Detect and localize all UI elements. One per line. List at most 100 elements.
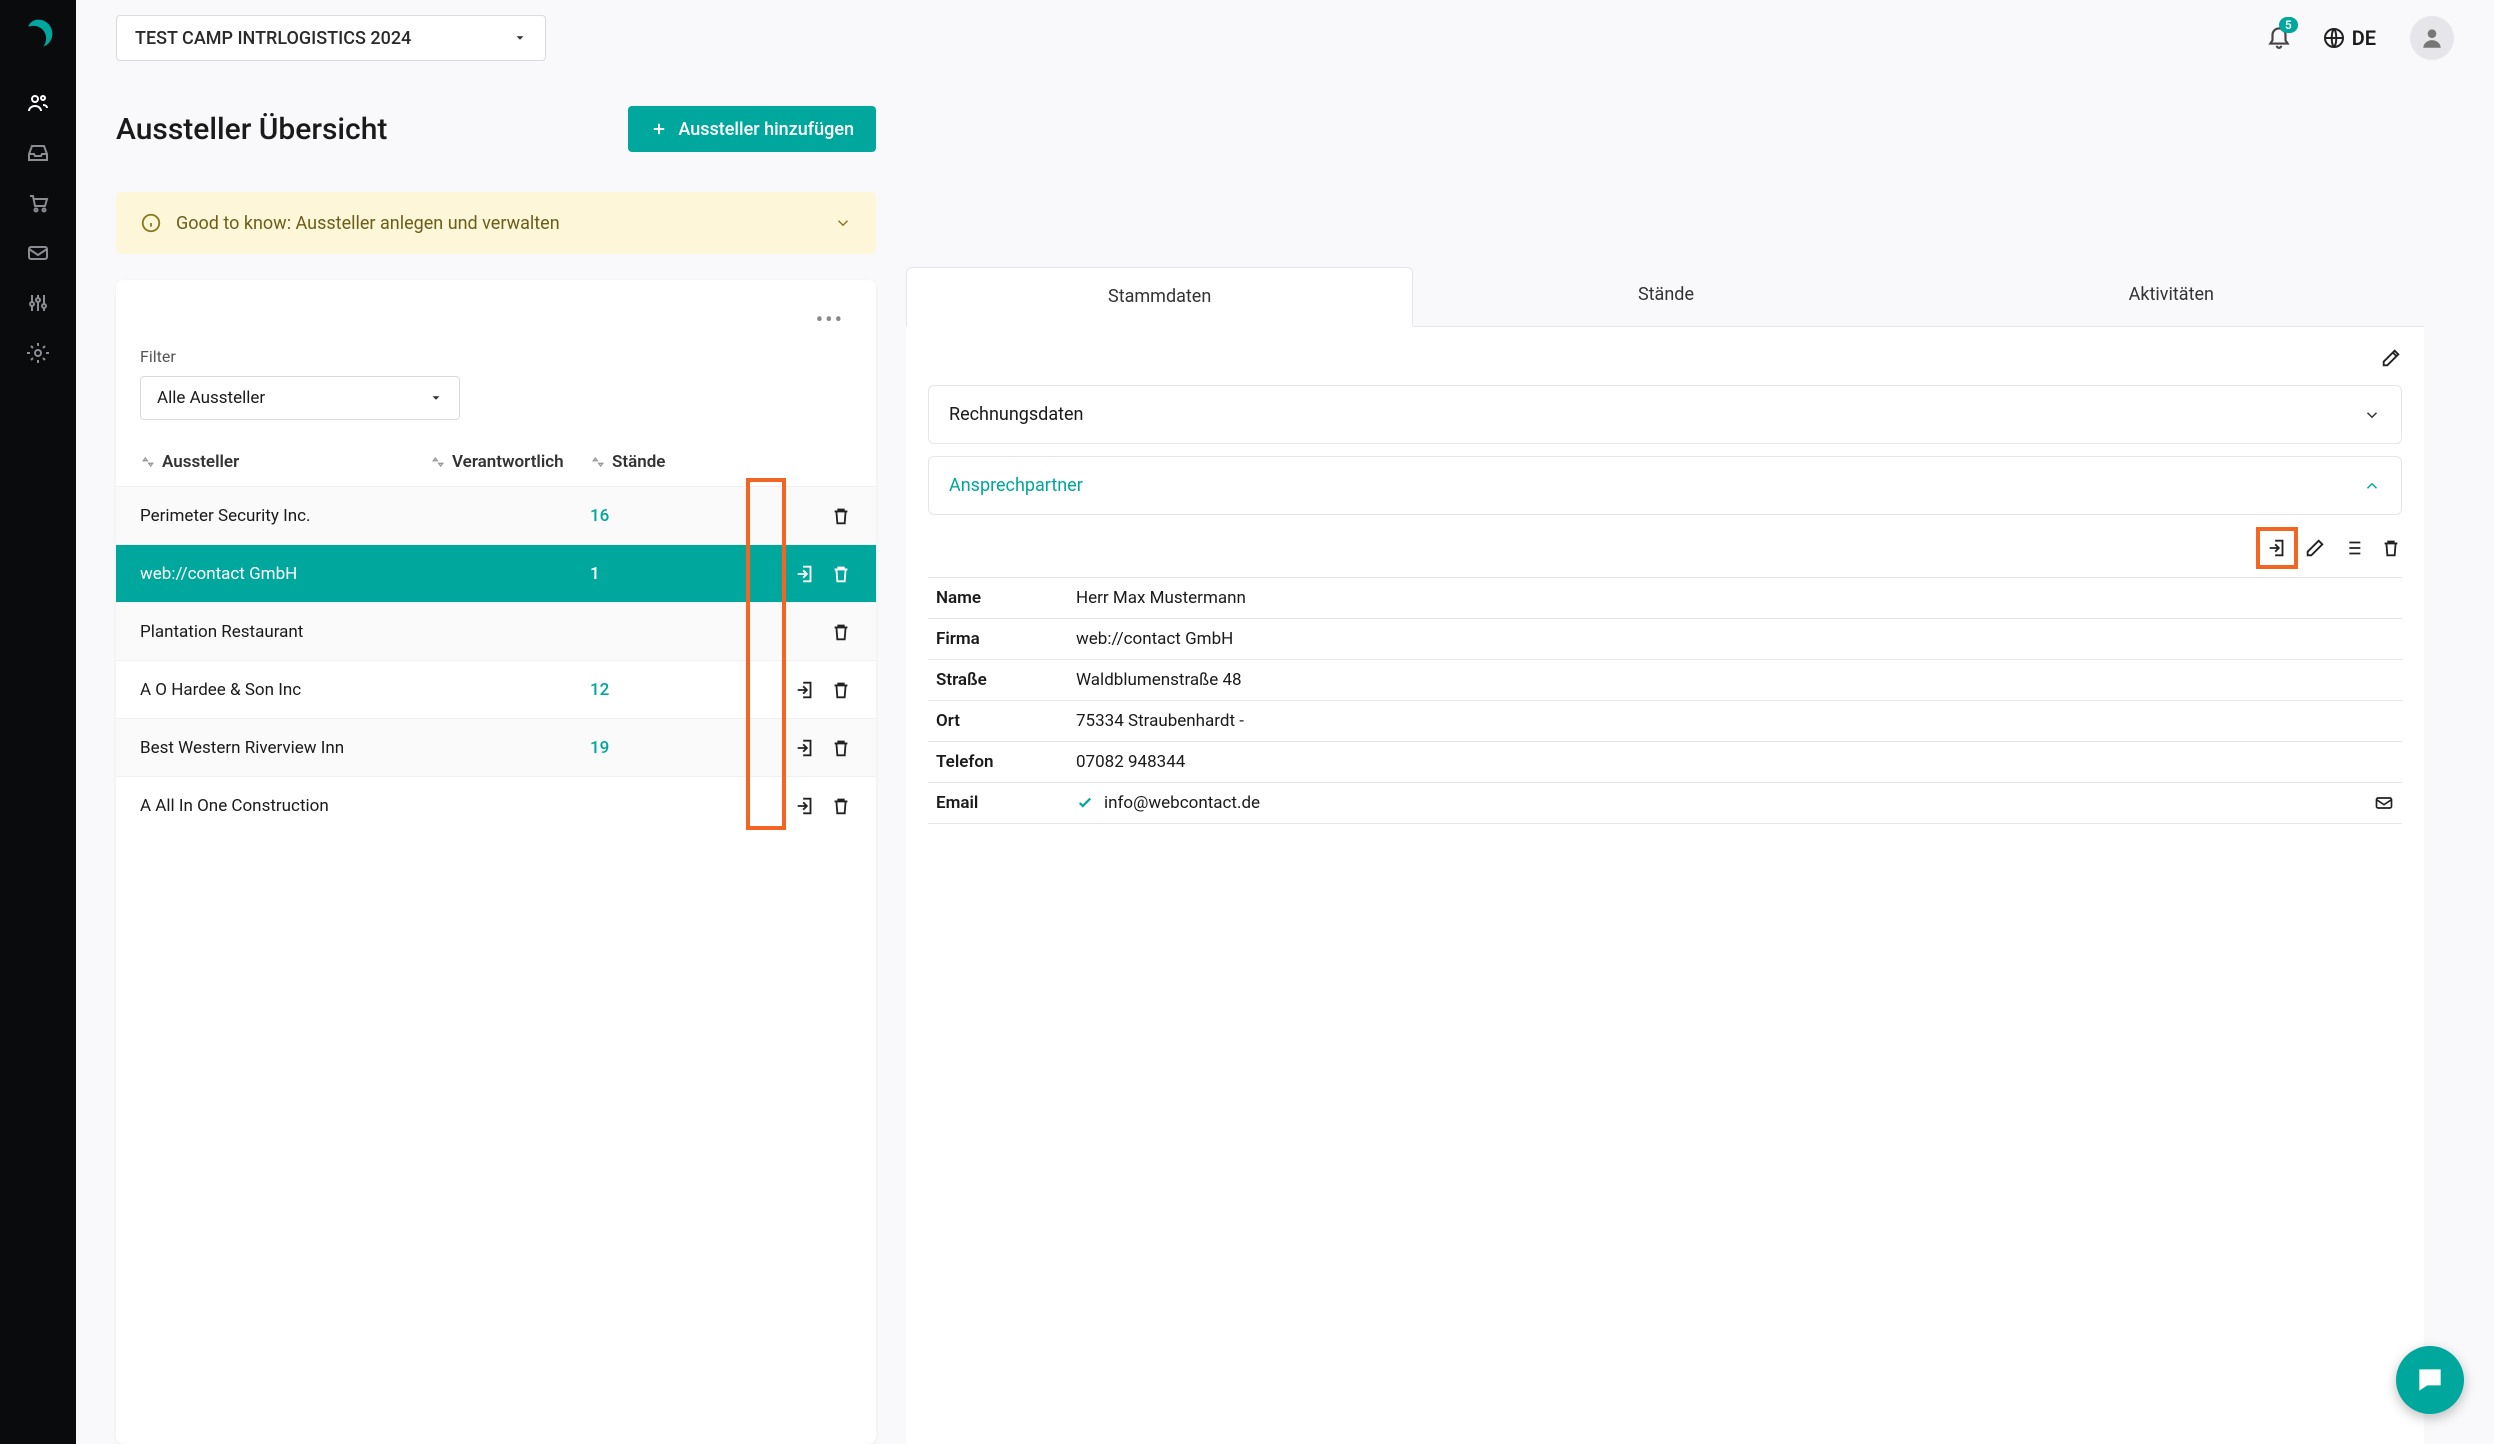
nav-cart[interactable] [0,178,76,228]
info-alert-text: Good to know: Aussteller anlegen und ver… [176,213,560,234]
contact-toolbar [928,527,2402,577]
sort-icon [590,454,606,470]
nav-inbox[interactable] [0,128,76,178]
login-as-icon[interactable] [794,795,816,817]
edit-icon[interactable] [2380,347,2402,369]
nav-settings[interactable] [0,328,76,378]
col-aussteller[interactable]: Aussteller [140,452,430,472]
event-selector-label: TEST CAMP INTRLOGISTICS 2024 [135,28,411,49]
row-name: Perimeter Security Inc. [140,506,430,526]
login-as-icon[interactable] [2266,537,2288,559]
detail-tabs: Stammdaten Stände Aktivitäten [906,266,2424,327]
trash-icon[interactable] [830,505,852,527]
login-as-icon[interactable] [794,563,816,585]
row-name: A All In One Construction [140,796,430,816]
trash-icon[interactable] [830,621,852,643]
user-avatar[interactable] [2410,16,2454,60]
right-column: Stammdaten Stände Aktivitäten Rechnungsd… [906,76,2454,1444]
login-as-icon[interactable] [794,679,816,701]
contact-details: Name Herr Max Mustermann Firma web://con… [928,577,2402,824]
tab-aktivitaeten[interactable]: Aktivitäten [1919,266,2424,326]
trash-icon[interactable] [830,679,852,701]
chevron-down-icon [834,214,852,232]
col-verantwortlich[interactable]: Verantwortlich [430,452,590,472]
notifications-button[interactable]: 5 [2266,23,2292,53]
add-exhibitor-button[interactable]: Aussteller hinzufügen [628,106,876,152]
plus-icon [650,120,668,138]
section-rechnungsdaten[interactable]: Rechnungsdaten [928,385,2402,444]
value-strasse: Waldblumenstraße 48 [1068,660,2402,701]
filter-selected: Alle Aussteller [157,388,265,408]
caret-down-icon [429,391,443,405]
mail-icon[interactable] [2374,793,2394,813]
event-selector[interactable]: TEST CAMP INTRLOGISTICS 2024 [116,15,546,61]
edit-icon[interactable] [2304,537,2326,559]
list-icon[interactable] [2342,537,2364,559]
sort-icon [140,454,156,470]
table-row[interactable]: A All In One Construction [116,776,876,834]
login-as-icon[interactable] [794,737,816,759]
detail-panel: Rechnungsdaten Ansprechpartner [906,327,2424,1444]
filter-label: Filter [116,347,876,366]
label-telefon: Telefon [928,742,1068,783]
chevron-up-icon [2363,477,2381,495]
row-staende: 16 [590,506,720,526]
value-ort: 75334 Straubenhardt - [1068,701,2402,742]
table-row[interactable]: web://contact GmbH1 [116,544,876,602]
info-alert[interactable]: Good to know: Aussteller anlegen und ver… [116,192,876,254]
row-staende: 12 [590,680,720,700]
notifications-badge: 5 [2279,17,2298,33]
trash-icon[interactable] [2380,537,2402,559]
label-firma: Firma [928,619,1068,660]
value-firma: web://contact GmbH [1068,619,2402,660]
globe-icon [2322,26,2346,50]
sort-icon [430,454,446,470]
table-row[interactable]: Perimeter Security Inc. 16 [116,486,876,544]
trash-icon[interactable] [830,795,852,817]
language-switcher[interactable]: DE [2322,26,2376,50]
value-email: info@webcontact.de [1068,783,2402,824]
nav-exhibitors[interactable] [0,78,76,128]
row-name: A O Hardee & Son Inc [140,680,430,700]
topbar: TEST CAMP INTRLOGISTICS 2024 5 DE [76,0,2494,76]
exhibitor-table: Aussteller Verantwortlich Stände Perimet… [116,438,876,1444]
chat-fab[interactable] [2396,1346,2464,1414]
value-name: Herr Max Mustermann [1068,578,2402,619]
table-header: Aussteller Verantwortlich Stände [116,438,876,486]
nav-mail[interactable] [0,228,76,278]
trash-icon[interactable] [830,737,852,759]
label-name: Name [928,578,1068,619]
chevron-down-icon [2363,406,2381,424]
trash-icon[interactable] [830,563,852,585]
row-name: Plantation Restaurant [140,622,430,642]
check-icon [1076,794,1094,812]
content: Aussteller Übersicht Aussteller hinzufüg… [76,76,2494,1444]
table-more-menu[interactable]: ••• [808,304,852,337]
tab-stammdaten[interactable]: Stammdaten [906,267,1413,327]
value-telefon: 07082 948344 [1068,742,2402,783]
add-exhibitor-label: Aussteller hinzufügen [678,119,854,140]
caret-down-icon [513,31,527,45]
label-strasse: Straße [928,660,1068,701]
info-icon [140,212,162,234]
label-ort: Ort [928,701,1068,742]
page-title: Aussteller Übersicht [116,112,387,147]
nav-sliders[interactable] [0,278,76,328]
left-column: Aussteller Übersicht Aussteller hinzufüg… [116,76,876,1444]
table-row[interactable]: Plantation Restaurant [116,602,876,660]
section-ansprechpartner[interactable]: Ansprechpartner [928,456,2402,515]
chat-icon [2414,1364,2446,1396]
row-name: Best Western Riverview Inn [140,738,430,758]
language-label: DE [2352,26,2376,50]
main: TEST CAMP INTRLOGISTICS 2024 5 DE Ausste… [76,0,2494,1444]
filter-select[interactable]: Alle Aussteller [140,376,460,420]
sidebar [0,0,76,1444]
table-row[interactable]: A O Hardee & Son Inc 12 [116,660,876,718]
row-staende: 1 [590,564,720,584]
app-logo [18,14,58,54]
user-icon [2419,25,2445,51]
col-staende[interactable]: Stände [590,452,720,472]
table-row[interactable]: Best Western Riverview Inn19 [116,718,876,776]
label-email: Email [928,783,1068,824]
tab-staende[interactable]: Stände [1413,266,1918,326]
